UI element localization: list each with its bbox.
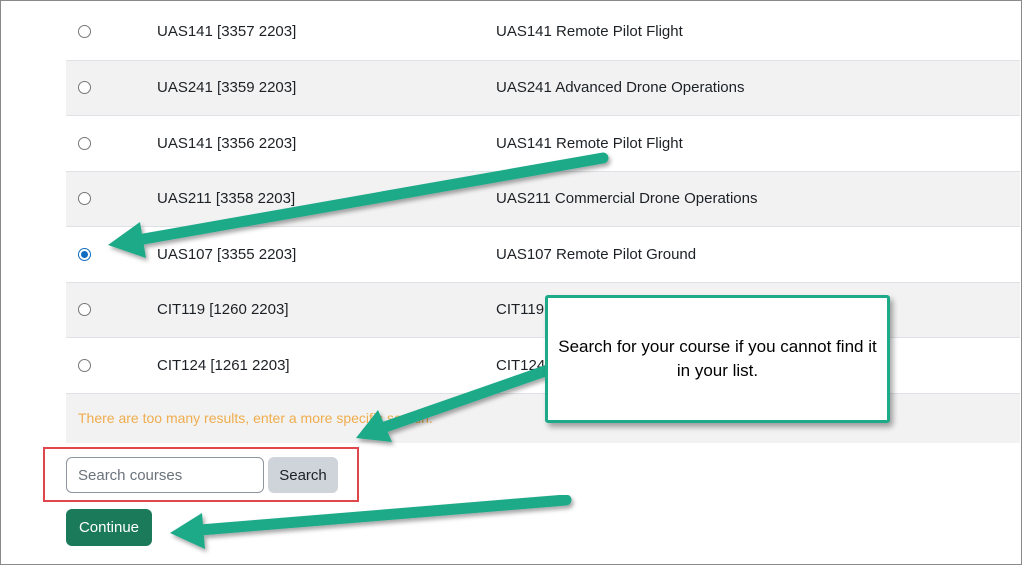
search-button[interactable]: Search [268,457,338,493]
course-code: UAS141 [3357 2203] [157,23,297,41]
table-row[interactable]: UAS141 [3356 2203] UAS141 Remote Pilot F… [66,115,1020,171]
course-code: UAS141 [3356 2203] [157,134,297,152]
course-radio[interactable] [78,25,91,39]
course-code: UAS241 [3359 2203] [157,79,297,97]
table-row[interactable]: UAS107 [3355 2203] UAS107 Remote Pilot G… [66,226,1020,282]
table-row[interactable]: UAS211 [3358 2203] UAS211 Commercial Dro… [66,170,1020,226]
course-code: UAS107 [3355 2203] [157,245,297,263]
course-radio[interactable] [78,136,91,150]
course-name: UAS211 Commercial Drone Operations [496,190,758,208]
search-input[interactable] [66,457,264,493]
table-row[interactable]: UAS141 [3357 2203] UAS141 Remote Pilot F… [66,4,1020,60]
course-name: CIT124 [496,356,546,374]
continue-button[interactable]: Continue [66,509,152,546]
instruction-callout: Search for your course if you cannot fin… [545,295,890,423]
course-radio[interactable] [78,358,91,372]
course-radio[interactable] [78,303,91,317]
course-radio[interactable] [78,81,91,95]
course-name: UAS141 Remote Pilot Flight [496,134,683,152]
course-code: CIT119 [1260 2203] [157,301,289,319]
too-many-results-warning: There are too many results, enter a more… [78,410,433,426]
course-radio[interactable] [78,192,91,206]
table-row[interactable]: UAS241 [3359 2203] UAS241 Advanced Drone… [66,59,1020,115]
course-name: UAS241 Advanced Drone Operations [496,79,745,97]
course-name: UAS107 Remote Pilot Ground [496,245,697,263]
callout-text: Search for your course if you cannot fin… [558,337,877,380]
course-code: UAS211 [3358 2203] [157,190,296,208]
course-code: CIT124 [1261 2203] [157,356,290,374]
course-name: UAS141 Remote Pilot Flight [496,23,683,41]
course-name: CIT119 [496,301,545,319]
course-radio-selected[interactable] [78,247,91,261]
